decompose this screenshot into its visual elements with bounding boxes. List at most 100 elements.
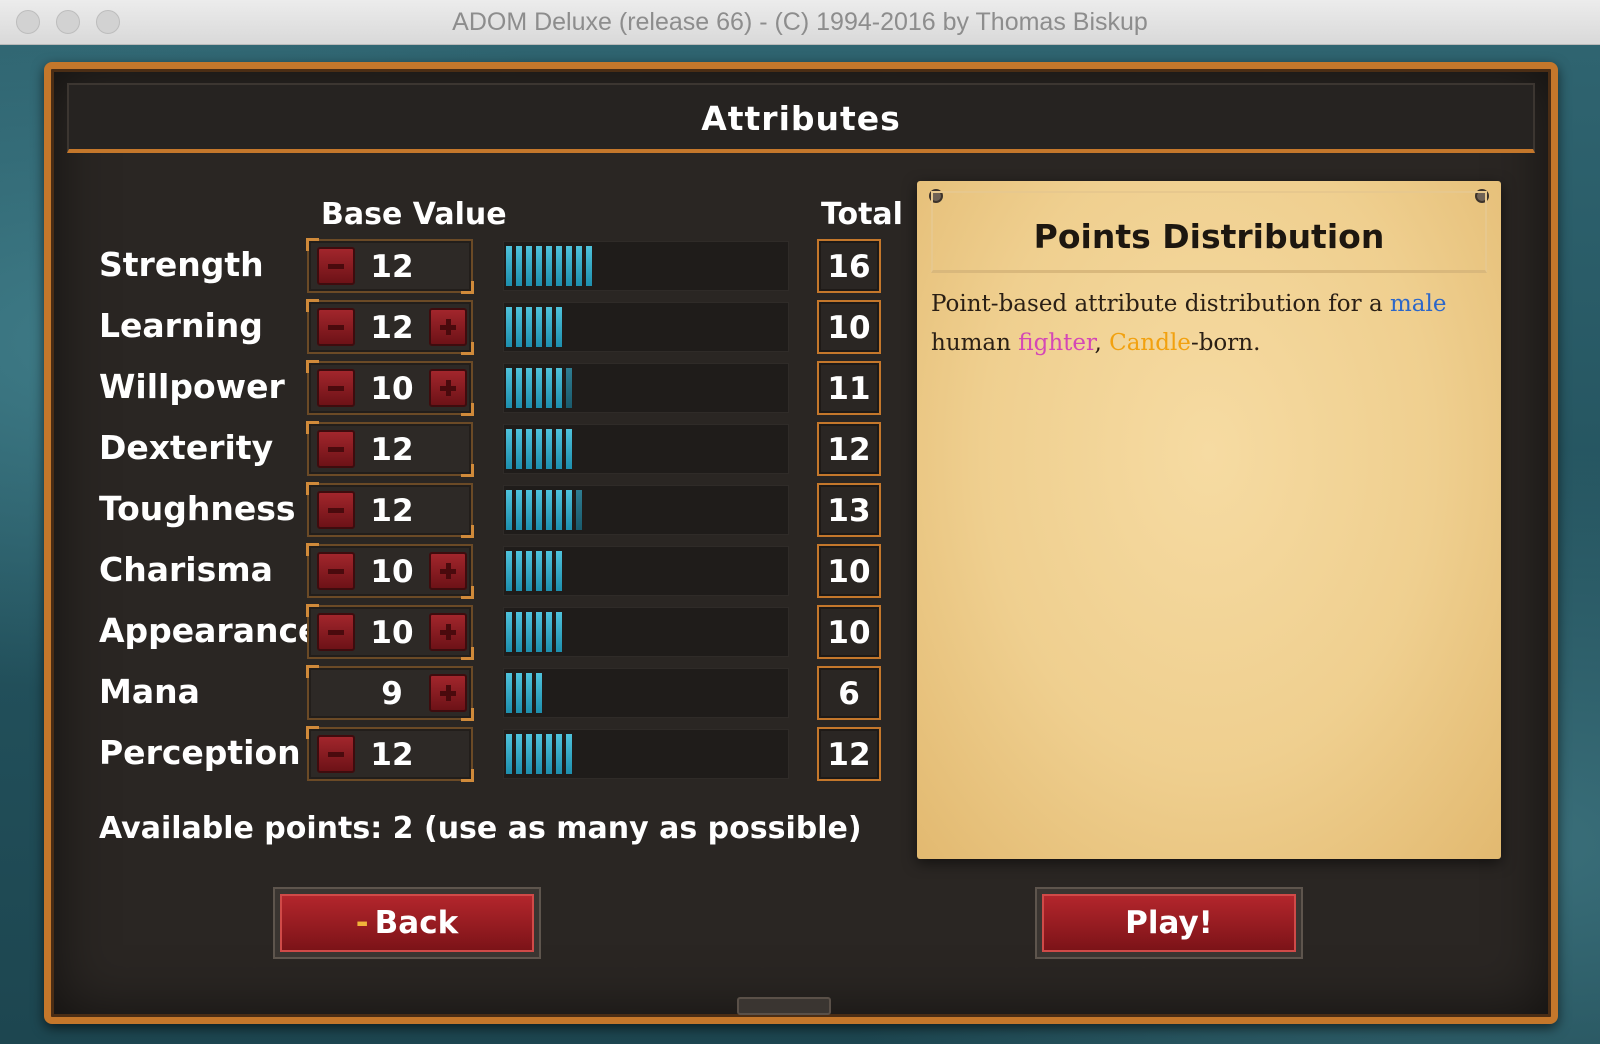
bar-segment: [536, 734, 542, 774]
attribute-name: Toughness: [99, 489, 296, 528]
decrease-button[interactable]: [317, 369, 355, 407]
base-value: 10: [370, 615, 414, 651]
total-box: 13: [817, 483, 881, 537]
play-button-face[interactable]: Play!: [1042, 894, 1296, 952]
bar-segment: [556, 612, 562, 652]
increase-button[interactable]: [429, 552, 467, 590]
play-button[interactable]: Play!: [1035, 887, 1303, 959]
base-value-header: Base Value: [321, 197, 507, 232]
back-button[interactable]: - Back: [273, 887, 541, 959]
bar-segment: [586, 246, 592, 286]
total-box: 12: [817, 727, 881, 781]
bar-segment: [536, 673, 542, 713]
total-box: 10: [817, 300, 881, 354]
total-value: 12: [827, 737, 871, 773]
desc-text: Point-based attribute distribution for a: [931, 291, 1390, 317]
bar-segment: [546, 734, 552, 774]
bar-segment: [506, 551, 512, 591]
bar-segment: [566, 246, 572, 286]
bar-segment: [526, 734, 532, 774]
bar-segment: [516, 673, 522, 713]
points-distribution-panel: Points Distribution Point-based attribut…: [917, 181, 1501, 859]
bar-segment: [506, 429, 512, 469]
bar-segment: [566, 429, 572, 469]
decrease-button[interactable]: [317, 552, 355, 590]
attribute-row: Toughness 12 13: [51, 479, 951, 541]
total-box: 16: [817, 239, 881, 293]
bar-segment: [516, 612, 522, 652]
attribute-name: Learning: [99, 306, 263, 345]
base-value-stepper: 10: [306, 543, 474, 599]
decrease-button[interactable]: [317, 430, 355, 468]
bar-segment: [516, 307, 522, 347]
bar-segment: [566, 490, 572, 530]
base-value-stepper: 12: [306, 238, 474, 294]
desc-text: -born.: [1190, 330, 1261, 356]
gender-keyword: male: [1389, 291, 1447, 317]
bar-segment: [546, 429, 552, 469]
bar-segment: [556, 551, 562, 591]
bar-segment: [546, 368, 552, 408]
total-value: 16: [827, 249, 871, 285]
increase-button[interactable]: [429, 613, 467, 651]
increase-button[interactable]: [429, 308, 467, 346]
total-box: 6: [817, 666, 881, 720]
bar-segment: [506, 368, 512, 408]
class-keyword: fighter: [1018, 330, 1095, 356]
decrease-button[interactable]: [317, 491, 355, 529]
decrease-button[interactable]: [317, 735, 355, 773]
bar-segment: [556, 307, 562, 347]
bar-segment: [536, 612, 542, 652]
bar-segment: [536, 307, 542, 347]
attribute-bar: [503, 302, 789, 352]
attribute-row: Learning 12 10: [51, 296, 951, 358]
bar-segment: [526, 429, 532, 469]
attribute-bar: [503, 668, 789, 718]
bar-segment: [556, 368, 562, 408]
increase-button[interactable]: [429, 674, 467, 712]
back-label: Back: [374, 905, 459, 941]
base-value-stepper: 12: [306, 726, 474, 782]
window-titlebar: ADOM Deluxe (release 66) - (C) 1994-2016…: [0, 0, 1600, 45]
bar-segment: [506, 612, 512, 652]
bar-segment: [536, 246, 542, 286]
base-value-stepper: 12: [306, 299, 474, 355]
attribute-row: Charisma 10 10: [51, 540, 951, 602]
decrease-button[interactable]: [317, 308, 355, 346]
base-value: 12: [370, 737, 414, 773]
attribute-name: Charisma: [99, 550, 273, 589]
attribute-bar: [503, 485, 789, 535]
bar-segment: [516, 246, 522, 286]
attribute-row: Mana 9 6: [51, 662, 951, 724]
total-box: 11: [817, 361, 881, 415]
base-value: 12: [370, 432, 414, 468]
star-sign-keyword: Candle: [1109, 330, 1191, 356]
desc-text: ,: [1094, 330, 1110, 356]
bar-segment: [546, 307, 552, 347]
back-button-face[interactable]: - Back: [280, 894, 534, 952]
total-value: 10: [827, 554, 871, 590]
bar-segment: [506, 246, 512, 286]
bar-segment: [506, 307, 512, 347]
bar-segment: [546, 612, 552, 652]
bar-segment: [526, 246, 532, 286]
total-value: 10: [827, 310, 871, 346]
bar-segment: [576, 490, 582, 530]
attribute-bar: [503, 546, 789, 596]
bar-segment: [536, 368, 542, 408]
base-value-stepper: 9: [306, 665, 474, 721]
bar-segment: [546, 246, 552, 286]
decrease-button[interactable]: [317, 247, 355, 285]
total-box: 10: [817, 544, 881, 598]
attribute-bar: [503, 607, 789, 657]
dialog-header: Attributes: [67, 83, 1535, 153]
bar-segment: [566, 368, 572, 408]
decrease-button[interactable]: [317, 613, 355, 651]
total-box: 10: [817, 605, 881, 659]
attribute-row: Appearance 10 10: [51, 601, 951, 663]
bar-segment: [536, 551, 542, 591]
bar-segment: [526, 612, 532, 652]
bar-segment: [526, 490, 532, 530]
increase-button[interactable]: [429, 369, 467, 407]
base-value: 12: [370, 310, 414, 346]
